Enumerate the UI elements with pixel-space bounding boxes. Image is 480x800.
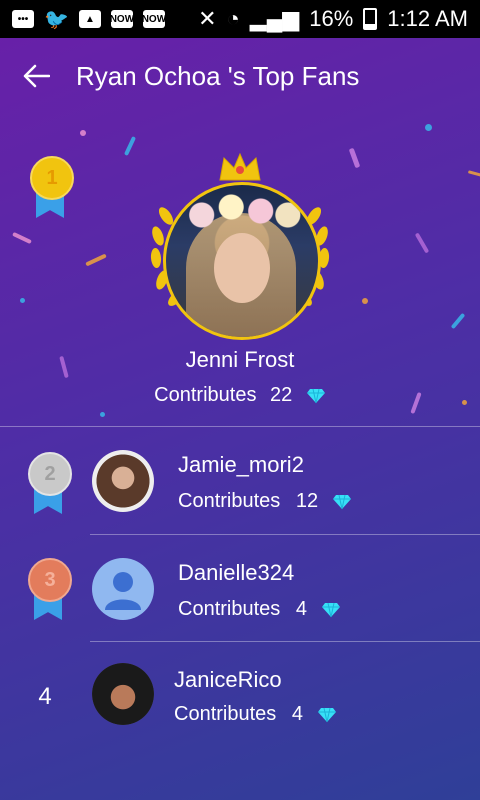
avatar[interactable] — [92, 450, 154, 512]
fan-name[interactable]: Jamie_mori2 — [178, 452, 304, 478]
battery-icon — [363, 8, 378, 30]
diamond-icon — [332, 494, 351, 509]
contributes-label: Contributes — [178, 490, 281, 512]
rank-number: 3 — [28, 558, 72, 602]
divider — [90, 534, 480, 535]
battery-percent: 16% — [309, 6, 354, 31]
divider — [0, 426, 480, 427]
now-app-icon-2: NOW — [142, 10, 166, 28]
twitter-icon: 🐦 — [44, 8, 69, 31]
flower-crown — [184, 191, 302, 231]
back-button[interactable] — [14, 54, 58, 98]
contributes-label: Contributes — [178, 598, 281, 620]
divider — [90, 641, 480, 642]
default-avatar-icon[interactable] — [92, 558, 154, 620]
medal-silver-icon: 2 — [26, 452, 72, 516]
status-bar: ••• 🐦 ▲ NOW NOW ✕ ◔ ▂▄▆ 16% 1:12 AM — [0, 0, 480, 38]
wifi-icon: ◔ — [226, 6, 240, 31]
fan-row[interactable]: 4 JaniceRico Contributes 4 — [0, 643, 480, 749]
notification-icons: ••• 🐦 ▲ NOW NOW — [12, 7, 166, 32]
contributes-count: 12 — [295, 490, 319, 512]
fan-row[interactable]: 2 Jamie_mori2 Contributes 12 — [0, 428, 480, 534]
top-fan-name[interactable]: Jenni Frost — [0, 347, 480, 373]
top-fan-contributes: Contributes 22 — [0, 384, 480, 407]
rank-number: 4 — [38, 683, 52, 710]
app-bar: Ryan Ochoa 's Top Fans — [0, 38, 480, 114]
message-icon: ••• — [12, 10, 34, 28]
system-indicators: ✕ ◔ ▂▄▆ 16% 1:12 AM — [198, 6, 468, 32]
back-arrow-icon — [23, 64, 50, 88]
diamond-icon — [317, 707, 336, 722]
medal-bronze-icon: 3 — [26, 558, 72, 622]
contributes-count: 4 — [295, 598, 307, 620]
diamond-icon — [321, 602, 340, 617]
contributes-label: Contributes — [154, 384, 257, 406]
fan-name[interactable]: Danielle324 — [178, 560, 294, 586]
top-fan-avatar[interactable] — [163, 182, 321, 340]
image-icon: ▲ — [78, 10, 101, 28]
rank-number: 1 — [30, 156, 74, 200]
fan-contributes: Contributes 4 — [178, 598, 341, 621]
contributes-label: Contributes — [174, 703, 277, 725]
fan-name[interactable]: JaniceRico — [174, 667, 282, 693]
fan-contributes: Contributes 4 — [174, 703, 337, 726]
contributes-count: 4 — [291, 703, 303, 725]
now-app-icon: NOW — [110, 10, 134, 28]
diamond-icon — [306, 388, 325, 403]
mute-icon: ✕ — [198, 6, 217, 31]
medal-gold-icon: 1 — [28, 156, 74, 220]
signal-icon: ▂▄▆ — [249, 6, 300, 31]
fan-contributes: Contributes 12 — [178, 490, 352, 513]
clock: 1:12 AM — [387, 6, 468, 31]
fan-row[interactable]: 3 Danielle324 Contributes 4 — [0, 536, 480, 642]
page-title: Ryan Ochoa 's Top Fans — [76, 60, 360, 91]
avatar[interactable] — [92, 663, 154, 725]
rank-number: 2 — [28, 452, 72, 496]
contributes-count: 22 — [270, 384, 293, 406]
